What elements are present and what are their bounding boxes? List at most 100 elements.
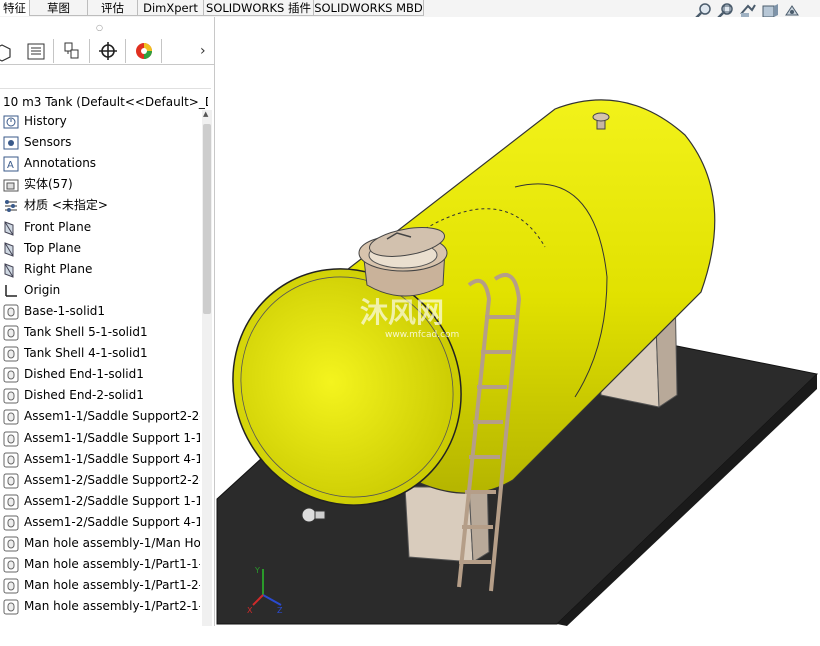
configuration-manager-tab[interactable] (54, 39, 90, 63)
part-icon (3, 304, 19, 320)
part-icon (3, 494, 19, 510)
tab-solidworks-addins[interactable]: SOLIDWORKS 插件 (204, 0, 314, 16)
plane-icon (3, 241, 19, 257)
tree-item[interactable]: Dished End-2-solid1 (0, 385, 200, 406)
part-icon (3, 325, 19, 341)
svg-text:X: X (247, 606, 253, 615)
tree-item[interactable]: Dished End-1-solid1 (0, 364, 200, 385)
svg-text:Z: Z (277, 606, 283, 615)
tree-item[interactable]: Assem1-1/Saddle Support2-2-s (0, 406, 200, 427)
tree-item-label: Assem1-1/Saddle Support 1-1- (24, 430, 200, 445)
tree-item[interactable]: Assem1-1/Saddle Support 1-1- (0, 428, 200, 449)
tab-solidworks-mbd[interactable]: SOLIDWORKS MBD (314, 0, 424, 16)
tree-item-label: Right Plane (24, 261, 93, 276)
tree-item-label: Man hole assembly-1/Man Hol (24, 536, 200, 550)
tree-item-label: Man hole assembly-1/Part2-1-s (24, 599, 200, 614)
solid-bodies-icon (3, 177, 19, 193)
tree-item[interactable]: Assem1-2/Saddle Support2-2-s (0, 470, 200, 491)
tree-item-label: Assem1-1/Saddle Support2-2-s (24, 409, 200, 424)
configuration-manager-icon (64, 42, 79, 59)
tab-evaluate[interactable]: 评估 (88, 0, 138, 16)
tab-sketch[interactable]: 草图 (30, 0, 88, 16)
tree-item[interactable]: Right Plane (0, 259, 200, 280)
feature-manager-panel: ○ › 10 m3 Tank (Default<<Default>_Di His… (0, 17, 215, 626)
tree-item-label: Front Plane (24, 219, 92, 234)
tree-item-label: Annotations (24, 156, 97, 171)
panel-divider (0, 64, 214, 65)
dimxpert-manager-icon (99, 42, 117, 60)
tree-item[interactable]: Man hole assembly-1/Man Hol (0, 533, 200, 554)
part-icon (3, 578, 19, 594)
tree-item[interactable]: 实体(57) (0, 174, 200, 195)
part-icon (3, 473, 19, 489)
display-manager-tab[interactable] (126, 39, 162, 63)
tree-item-label: Top Plane (24, 240, 81, 255)
tree-item-label: Base-1-solid1 (24, 303, 106, 318)
part-icon (3, 346, 19, 362)
property-manager-icon (27, 43, 45, 60)
tree-item[interactable]: Front Plane (0, 217, 200, 238)
tree-root[interactable]: 10 m3 Tank (Default<<Default>_Di (3, 95, 208, 109)
tree-item-label: Origin (24, 282, 61, 297)
feature-manager-icon (0, 44, 11, 62)
tank-model: 沐风网 www.mfcad.com X Y Z (216, 99, 819, 626)
annotations-icon: A (3, 156, 19, 172)
part-icon (3, 536, 19, 552)
tree-item[interactable]: Assem1-2/Saddle Support 4-1- (0, 512, 200, 533)
scrollbar-thumb[interactable] (203, 124, 211, 314)
tree-item[interactable]: 材质 <未指定> (0, 195, 200, 216)
tree-item-label: 材质 <未指定> (24, 198, 108, 213)
feature-manager-tab[interactable] (0, 39, 18, 63)
tree-item[interactable]: Man hole assembly-1/Part1-1-s (0, 554, 200, 575)
tab-dimxpert[interactable]: DimXpert (138, 0, 204, 16)
property-manager-tab[interactable] (18, 39, 54, 63)
part-icon (3, 388, 19, 404)
tree-item-label: Man hole assembly-1/Part1-2-s (24, 578, 200, 593)
tree-item-label: Sensors (24, 135, 72, 150)
panel-drag-handle[interactable]: ○ (96, 23, 103, 32)
tree-item-label: Assem1-2/Saddle Support 4-1- (24, 514, 200, 529)
tree-item-label: Assem1-2/Saddle Support 1-1- (24, 493, 200, 508)
svg-text:Y: Y (254, 566, 260, 575)
panel-tabs (0, 35, 214, 65)
tree-item-label: Dished End-1-solid1 (24, 367, 144, 382)
part-icon (3, 452, 19, 468)
tree-item[interactable]: Assem1-2/Saddle Support 1-1- (0, 491, 200, 512)
part-icon (3, 599, 19, 615)
tree-filter-area[interactable] (0, 66, 211, 89)
tree-item[interactable]: Origin (0, 280, 200, 301)
chevron-right-icon[interactable]: › (200, 43, 206, 59)
watermark-sub: www.mfcad.com (385, 330, 459, 340)
tree-item[interactable]: Tank Shell 4-1-solid1 (0, 343, 200, 364)
tree-item[interactable]: Man hole assembly-1/Part1-2-s (0, 575, 200, 596)
tree-item[interactable]: Assem1-1/Saddle Support 4-1- (0, 449, 200, 470)
tree-item[interactable]: A Annotations (0, 153, 200, 174)
scroll-up-icon[interactable]: ▲ (203, 110, 208, 118)
tree-item-label: Dished End-2-solid1 (24, 388, 144, 403)
tree-scrollbar[interactable]: ▲ (202, 110, 212, 626)
part-icon (3, 557, 19, 573)
part-icon (3, 367, 19, 383)
graphics-area[interactable]: 沐风网 www.mfcad.com X Y Z (215, 17, 820, 626)
tree-item-label: Tank Shell 4-1-solid1 (24, 346, 148, 361)
tab-features[interactable]: 特征 (0, 0, 30, 16)
feature-tree: History Sensors A Annotations 实体(57) 材质 <未指定>… (0, 111, 200, 646)
material-icon (3, 198, 19, 214)
tree-item[interactable]: Base-1-solid1 (0, 301, 200, 322)
dimxpert-manager-tab[interactable] (90, 39, 126, 63)
tree-item[interactable]: History (0, 111, 200, 132)
history-icon (3, 114, 19, 130)
tree-item[interactable]: Tank Shell 5-1-solid1 (0, 322, 200, 343)
watermark-main: 沐风网 (360, 296, 444, 329)
tree-item-label: Tank Shell 5-1-solid1 (24, 325, 148, 339)
origin-icon (3, 283, 19, 299)
part-icon (3, 409, 19, 425)
tree-item-label: Man hole assembly-1/Part1-1-s (24, 557, 200, 572)
manhole (358, 227, 448, 297)
tree-item[interactable]: Top Plane (0, 238, 200, 259)
tree-item[interactable]: Sensors (0, 132, 200, 153)
plane-icon (3, 220, 19, 236)
tree-item[interactable]: Man hole assembly-1/Part2-1-s (0, 596, 200, 617)
sensors-icon (3, 135, 19, 151)
tree-item-label: Assem1-1/Saddle Support 4-1- (24, 451, 200, 466)
